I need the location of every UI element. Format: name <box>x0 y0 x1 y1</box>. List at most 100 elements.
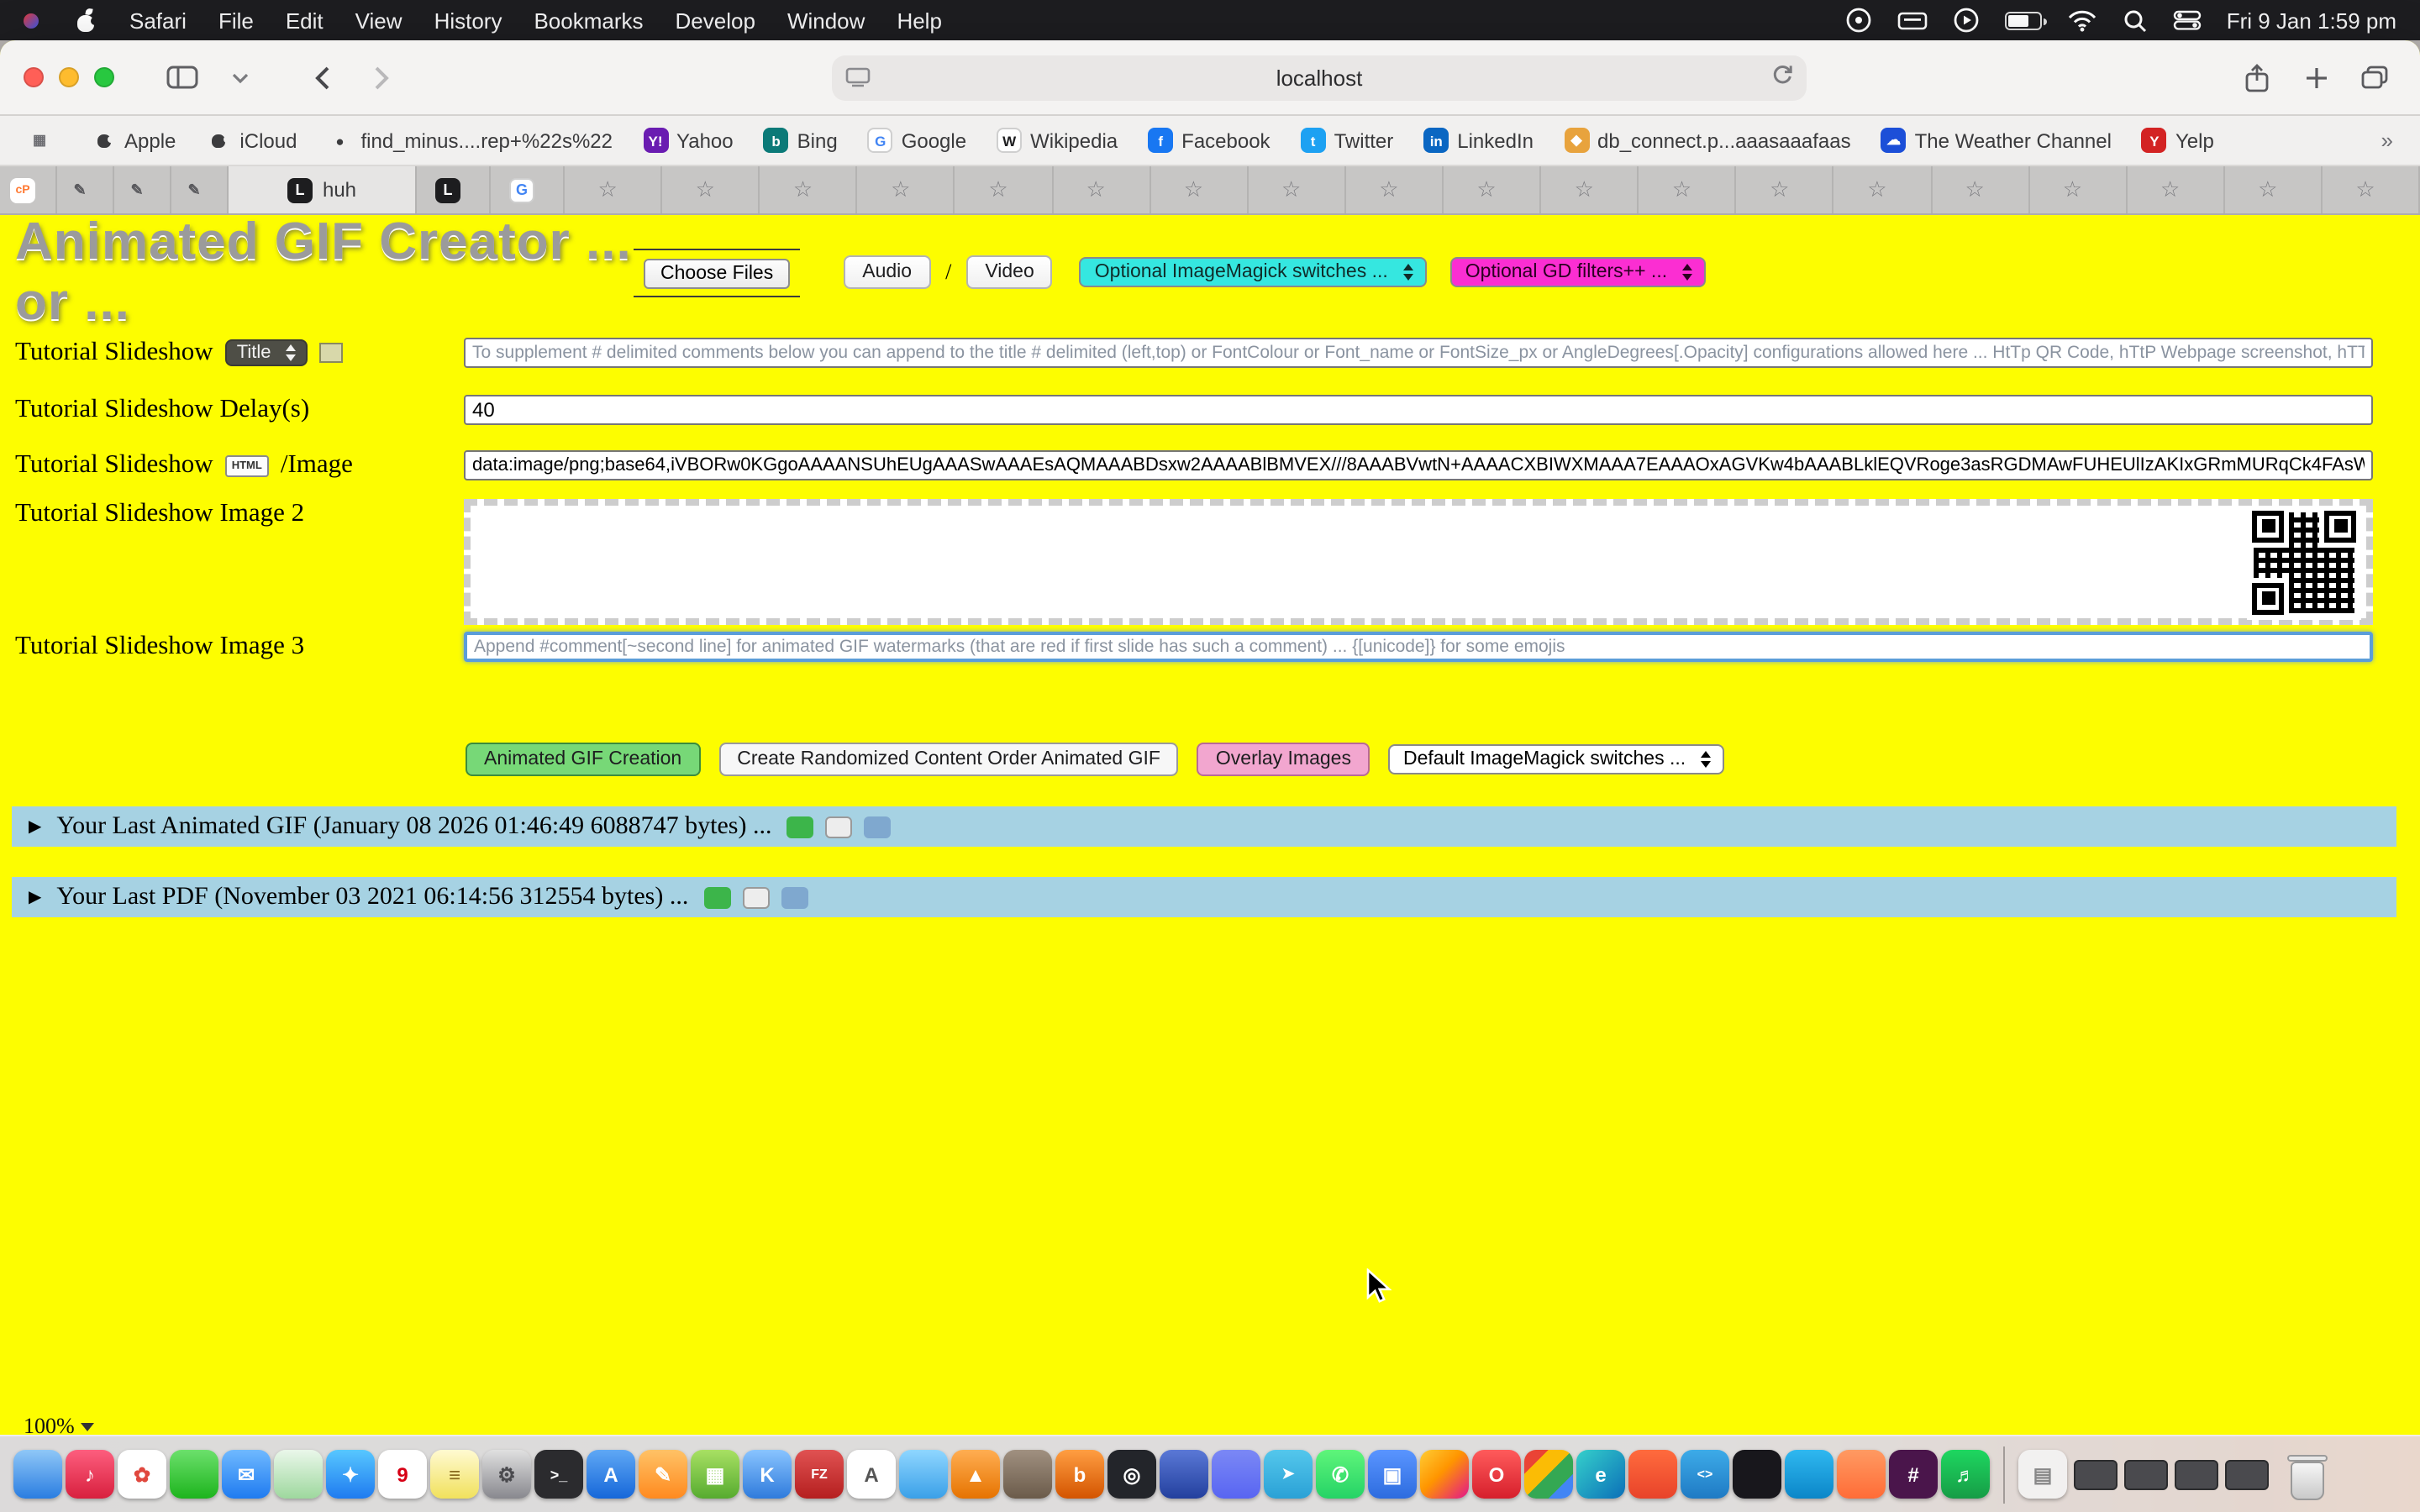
bookmark-item[interactable]: t Twitter <box>1301 128 1394 153</box>
page-zoom-indicator[interactable]: 100% <box>24 1413 95 1435</box>
dock-icon-maps[interactable] <box>274 1450 323 1499</box>
dock-icon-keynote[interactable]: K <box>743 1450 792 1499</box>
overlay-images-button[interactable]: Overlay Images <box>1197 743 1370 776</box>
apple-menu-icon[interactable] <box>74 8 97 33</box>
tab[interactable]: ☆ <box>1249 166 1346 213</box>
bookmark-item[interactable]: ● find_minus....rep+%22s%22 <box>327 128 613 153</box>
disclosure-triangle-icon[interactable]: ▶ <box>29 888 41 906</box>
forward-button[interactable] <box>360 55 403 99</box>
dock-icon-discord[interactable] <box>1212 1450 1260 1499</box>
randomized-gif-button[interactable]: Create Randomized Content Order Animated… <box>718 743 1179 776</box>
default-imagemagick-select[interactable]: Default ImageMagick switches ... <box>1388 744 1724 774</box>
bookmark-item[interactable]: Apple <box>91 128 176 153</box>
imagemagick-switches-select[interactable]: Optional ImageMagick switches ... <box>1080 257 1427 287</box>
tab[interactable]: ☆ <box>1932 166 2029 213</box>
minimized-window-thumbnail[interactable] <box>2074 1459 2118 1489</box>
tab[interactable]: ☆ <box>1053 166 1150 213</box>
image2-drop-area[interactable] <box>464 499 2373 625</box>
title-style-select[interactable]: Title <box>225 339 308 366</box>
bookmark-item[interactable]: G Google <box>868 128 966 153</box>
play-circle-icon[interactable] <box>1953 7 1980 34</box>
tab[interactable]: G <box>491 166 565 213</box>
detail-chip-icon[interactable] <box>864 816 891 837</box>
menubar-item[interactable]: File <box>218 8 254 33</box>
tab-group-chevron-icon[interactable] <box>218 55 262 99</box>
bookmark-item[interactable]: b Bing <box>764 128 838 153</box>
audio-button[interactable]: Audio <box>844 255 930 289</box>
dock-icon-downloads-stack[interactable]: ▤ <box>2018 1450 2067 1499</box>
detail-chip-icon[interactable] <box>703 886 730 908</box>
choose-files-button[interactable]: Choose Files <box>644 258 790 288</box>
menubar-item[interactable]: Bookmarks <box>534 8 643 33</box>
bookmark-item[interactable]: iCloud <box>206 128 297 153</box>
keyboard-icon[interactable] <box>1897 9 1928 31</box>
close-window-button[interactable] <box>24 67 44 87</box>
dock-icon-firefox[interactable] <box>1420 1450 1469 1499</box>
dock-icon-notes[interactable]: ≡ <box>430 1450 479 1499</box>
sidebar-toggle-icon[interactable] <box>160 55 203 99</box>
menubar-item[interactable]: Edit <box>286 8 324 33</box>
bookmarks-overflow-chevron[interactable]: » <box>2381 128 2393 153</box>
title-colour-swatch[interactable] <box>319 343 343 363</box>
tab[interactable]: ☆ <box>1639 166 1736 213</box>
watermark-input[interactable] <box>464 632 2373 662</box>
dock-icon-opera[interactable]: O <box>1472 1450 1521 1499</box>
title-config-input[interactable] <box>464 338 2373 368</box>
dock-icon-textedit[interactable]: A <box>847 1450 896 1499</box>
detail-chip-icon[interactable] <box>786 816 813 837</box>
dock-icon-zoom[interactable]: ▣ <box>1368 1450 1417 1499</box>
tab[interactable]: ☆ <box>1541 166 1639 213</box>
zoom-window-button[interactable] <box>94 67 114 87</box>
tab-overview-icon[interactable] <box>2353 55 2396 99</box>
trash-icon[interactable] <box>2286 1449 2329 1499</box>
tab[interactable]: ☆ <box>1834 166 1932 213</box>
dock-icon-appstore[interactable]: A <box>587 1450 635 1499</box>
dock-icon-gimp[interactable] <box>1003 1450 1052 1499</box>
tab[interactable]: ✎ <box>57 166 114 213</box>
control-center-icon[interactable] <box>2173 10 2202 30</box>
tab[interactable]: ☆ <box>1444 166 1541 213</box>
animated-gif-creation-button[interactable]: Animated GIF Creation <box>466 743 700 776</box>
dock-icon-preview[interactable] <box>899 1450 948 1499</box>
bookmark-item[interactable]: ☁ The Weather Channel <box>1881 128 2112 153</box>
dock-icon-messages[interactable] <box>170 1450 218 1499</box>
tab[interactable]: ☆ <box>565 166 662 213</box>
disclosure-triangle-icon[interactable]: ▶ <box>29 817 41 836</box>
dock-icon-blender[interactable]: b <box>1055 1450 1104 1499</box>
menubar-item[interactable]: Help <box>897 8 942 33</box>
dock-icon-settings[interactable]: ⚙ <box>482 1450 531 1499</box>
dock-icon-calendar[interactable]: 9 <box>378 1450 427 1499</box>
spotlight-search-icon[interactable] <box>2123 8 2148 33</box>
bookmark-item[interactable]: Y Yelp <box>2142 128 2214 153</box>
dock-icon-music[interactable]: ♪ <box>66 1450 114 1499</box>
bookmark-item[interactable]: ◆ db_connect.p...aaasaaafaas <box>1564 128 1851 153</box>
dock-icon-chrome[interactable] <box>1524 1450 1573 1499</box>
dock-icon-mail[interactable]: ✉ <box>222 1450 271 1499</box>
image-data-uri-input[interactable] <box>464 450 2373 480</box>
dock-icon-edge[interactable]: e <box>1576 1450 1625 1499</box>
minimized-window-thumbnail[interactable] <box>2225 1459 2269 1489</box>
last-animated-gif-summary[interactable]: ▶ Your Last Animated GIF (January 08 202… <box>12 806 2396 847</box>
app-badge-icon[interactable] <box>1845 7 1872 34</box>
dock-icon-audacity[interactable] <box>1160 1450 1208 1499</box>
tab[interactable]: ☆ <box>2128 166 2225 213</box>
detail-chip-icon[interactable] <box>781 886 808 908</box>
menubar-item[interactable]: Safari <box>129 8 187 33</box>
minimized-window-thumbnail[interactable] <box>2175 1459 2218 1489</box>
wifi-icon[interactable] <box>2067 9 2097 31</box>
dock-icon-docker[interactable] <box>1785 1450 1833 1499</box>
dock-icon-obs[interactable]: ◎ <box>1107 1450 1156 1499</box>
tab[interactable]: ☆ <box>955 166 1053 213</box>
bookmark-item[interactable]: ▦ <box>27 128 60 153</box>
share-icon[interactable] <box>2235 55 2279 99</box>
tab[interactable]: ✎ <box>114 166 171 213</box>
back-button[interactable] <box>301 55 345 99</box>
tab[interactable]: ☆ <box>760 166 857 213</box>
dock-icon-terminal[interactable]: >_ <box>534 1450 583 1499</box>
menubar-item[interactable]: Develop <box>676 8 755 33</box>
dock-icon-vlc[interactable]: ▲ <box>951 1450 1000 1499</box>
dock-icon-whatsapp[interactable]: ✆ <box>1316 1450 1365 1499</box>
dock-icon-postman[interactable] <box>1837 1450 1886 1499</box>
tab[interactable]: ☆ <box>1150 166 1248 213</box>
bookmark-item[interactable]: f Facebook <box>1148 128 1270 153</box>
